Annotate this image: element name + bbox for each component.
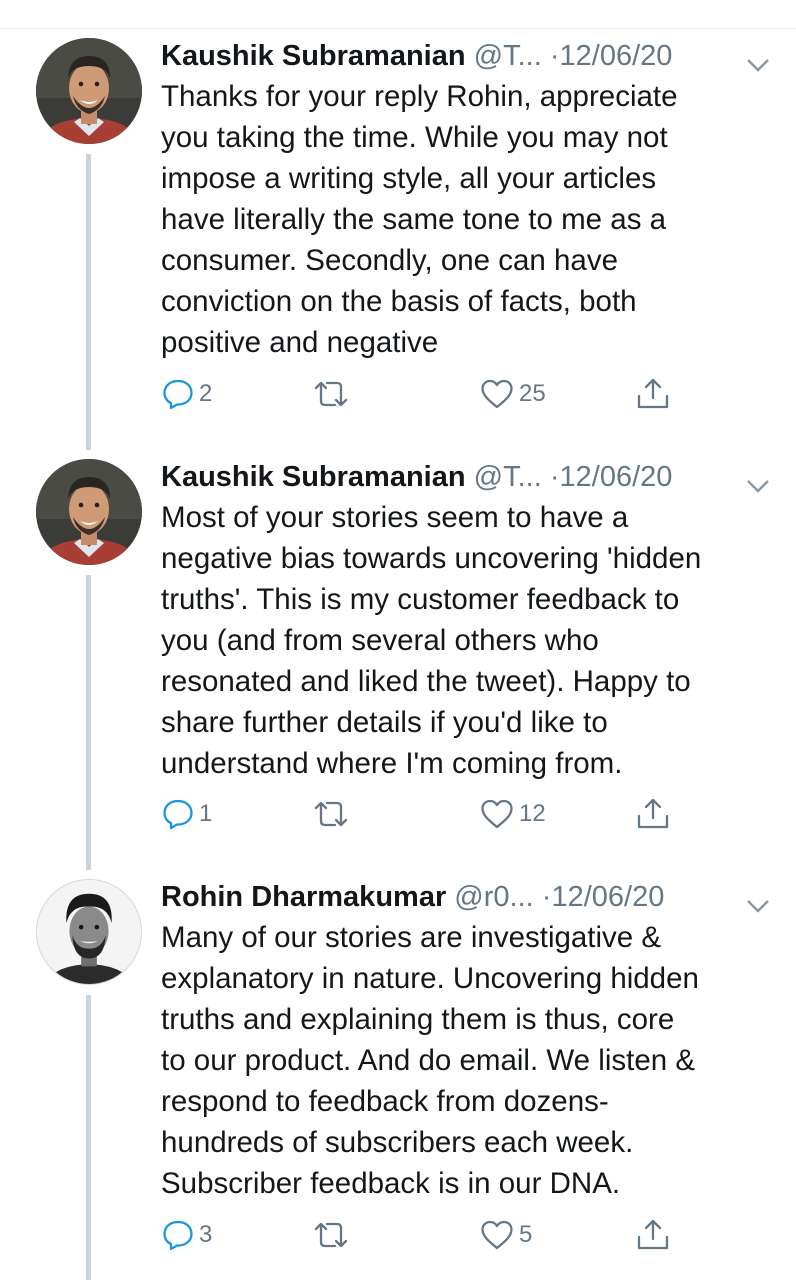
tweet-text-line: understand where I'm coming from. [161, 747, 623, 780]
author-handle[interactable]: @r0... [454, 881, 533, 913]
tweet-text-line: Most of your stories seem to have a [161, 501, 629, 534]
reply-icon [161, 377, 195, 411]
tweet-text-line: you taking the time. While you may not [161, 121, 668, 154]
separator-dot: · [549, 461, 560, 493]
retweet-icon [311, 797, 351, 831]
like-icon [479, 377, 515, 411]
retweet-button[interactable] [311, 374, 355, 414]
share-icon [635, 796, 671, 832]
like-count: 25 [519, 380, 546, 407]
reply-button[interactable]: 2 [161, 374, 212, 414]
reply-count: 1 [199, 800, 213, 827]
reply-count: 2 [199, 380, 213, 407]
author-handle[interactable]: @T... [474, 40, 542, 72]
tweet-text-line: hundreds of subscribers each week. [161, 1126, 634, 1159]
tweet-text-line: Many of our stories are investigative & [161, 921, 662, 954]
like-button[interactable]: 12 [479, 794, 546, 834]
tweet-text-line: respond to feedback from dozens- [161, 1085, 609, 1118]
avatar-rohin[interactable] [36, 879, 142, 985]
tweet-actions: 2 25 [161, 374, 681, 414]
tweet-1[interactable]: Kaushik Subramanian @T... ·12/06/20 Than… [0, 30, 796, 450]
reply-icon [161, 1218, 195, 1252]
separator-dot: · [549, 40, 560, 72]
author-handle[interactable]: @T... [474, 461, 542, 493]
tweet-header: Kaushik Subramanian @T... ·12/06/20 [161, 457, 771, 497]
tweet-text-line: explanatory in nature. Uncovering hidden [161, 962, 699, 995]
tweet-header: Kaushik Subramanian @T... ·12/06/20 [161, 36, 771, 76]
retweet-button[interactable] [311, 1215, 355, 1255]
like-count: 12 [519, 800, 546, 827]
separator-dot: · [541, 881, 552, 913]
tweet-text-line: Subscriber feedback is in our DNA. [161, 1167, 621, 1200]
like-button[interactable]: 25 [479, 374, 546, 414]
tweet-text-line: impose a writing style, all your article… [161, 162, 657, 195]
author-name[interactable]: Rohin Dharmakumar [161, 881, 446, 913]
like-count: 5 [519, 1221, 533, 1248]
tweet-text-line: negative bias towards uncovering 'hidden [161, 542, 702, 575]
tweet-text-line: positive and negative [161, 326, 439, 359]
avatar-kaushik[interactable] [36, 38, 142, 144]
share-button[interactable] [635, 374, 671, 414]
tweet-text-line: resonated and liked the tweet). Happy to [161, 665, 691, 698]
chevron-down-icon[interactable] [745, 887, 771, 913]
like-icon [479, 797, 515, 831]
tweet-text: Many of our stories are investigative & … [161, 917, 771, 1204]
tweet-text-line: truths and explaining them is thus, core [161, 1003, 675, 1036]
tweet-text: Most of your stories seem to have a nega… [161, 497, 771, 784]
tweet-text-line: conviction on the basis of facts, both [161, 285, 637, 318]
thread-line [86, 995, 91, 1280]
thread-line [86, 154, 91, 450]
share-icon [635, 376, 671, 412]
retweet-button[interactable] [311, 794, 355, 834]
tweet-text-line: to our product. And do email. We listen … [161, 1044, 696, 1077]
like-icon [479, 1218, 515, 1252]
retweet-icon [311, 377, 351, 411]
tweet-actions: 3 5 [161, 1215, 681, 1255]
tweet-2[interactable]: Kaushik Subramanian @T... ·12/06/20 Most… [0, 451, 796, 870]
chevron-down-icon[interactable] [745, 46, 771, 72]
tweet-date[interactable]: 12/06/20 [551, 881, 664, 913]
tweet-3[interactable]: Rohin Dharmakumar @r0... ·12/06/20 Many … [0, 871, 796, 1280]
thread-line [86, 575, 91, 870]
share-button[interactable] [635, 1215, 671, 1255]
reply-button[interactable]: 3 [161, 1215, 212, 1255]
tweet-text-line: share further details if you'd like to [161, 706, 608, 739]
retweet-icon [311, 1218, 351, 1252]
reply-button[interactable]: 1 [161, 794, 212, 834]
tweet-text-line: you (and from several others who [161, 624, 599, 657]
share-icon [635, 1217, 671, 1253]
tweet-actions: 1 12 [161, 794, 681, 834]
tweet-date[interactable]: 12/06/20 [560, 40, 673, 72]
like-button[interactable]: 5 [479, 1215, 532, 1255]
avatar-kaushik[interactable] [36, 459, 142, 565]
tweet-text-line: consumer. Secondly, one can have [161, 244, 618, 277]
top-divider [0, 0, 796, 29]
reply-count: 3 [199, 1221, 213, 1248]
author-name[interactable]: Kaushik Subramanian [161, 40, 466, 72]
share-button[interactable] [635, 794, 671, 834]
tweet-date[interactable]: 12/06/20 [560, 461, 673, 493]
tweet-text: Thanks for your reply Rohin, appreciate … [161, 76, 771, 363]
author-name[interactable]: Kaushik Subramanian [161, 461, 466, 493]
tweet-header: Rohin Dharmakumar @r0... ·12/06/20 [161, 877, 771, 917]
tweet-text-line: have literally the same tone to me as a [161, 203, 667, 236]
tweet-text-line: truths'. This is my customer feedback to [161, 583, 680, 616]
reply-icon [161, 797, 195, 831]
tweet-text-line: Thanks for your reply Rohin, appreciate [161, 80, 678, 113]
chevron-down-icon[interactable] [745, 467, 771, 493]
